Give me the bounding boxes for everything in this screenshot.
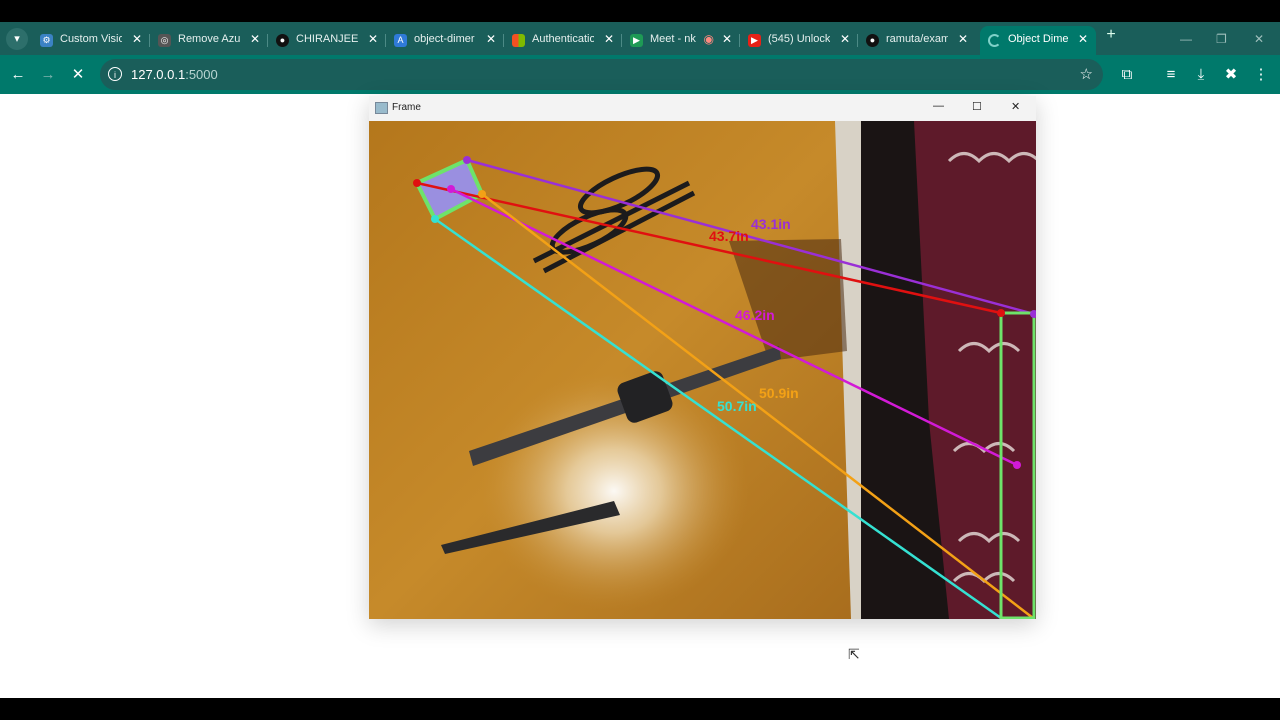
app-window-icon: [375, 102, 388, 114]
extension-x-icon[interactable]: ✖: [1221, 65, 1241, 85]
tab-object-dimensions-active[interactable]: Object Dime ✕: [980, 26, 1096, 55]
extensions-puzzle-icon[interactable]: ⧉: [1117, 65, 1137, 85]
loading-icon: [988, 34, 1001, 47]
close-window-icon[interactable]: ✕: [1254, 32, 1264, 46]
point-purple: [463, 156, 471, 164]
window-close-icon[interactable]: ✕: [1011, 100, 1020, 113]
tab-close-icon[interactable]: ✕: [486, 32, 496, 46]
tab-label: object-dimer: [414, 33, 475, 45]
url-port: :5000: [185, 67, 218, 82]
point-orange: [478, 190, 486, 198]
bottom-black-bar: [0, 698, 1280, 720]
download-icon[interactable]: ⤓: [1191, 65, 1211, 85]
url-host: 127.0.0.1: [131, 67, 186, 82]
tab-close-icon[interactable]: ✕: [958, 32, 968, 46]
github-icon: ●: [866, 34, 879, 47]
recording-icon: ◉: [703, 32, 714, 46]
tab-close-icon[interactable]: ✕: [1078, 32, 1088, 46]
mouse-cursor-icon: ⇱: [848, 646, 860, 662]
tab-close-icon[interactable]: ✕: [604, 32, 614, 46]
point-magenta: [447, 185, 455, 193]
measurement-label-magenta: 46.2in: [735, 307, 775, 323]
tab-strip: ▾ ⚙ Custom Visio ✕ ◎ Remove Azu ✕ ● CHIR…: [0, 22, 1280, 55]
meet-icon: ▶: [630, 34, 643, 47]
tab-label: ramuta/exam: [886, 33, 948, 45]
media-queue-icon[interactable]: ≡: [1161, 65, 1181, 85]
custom-vision-icon: ⚙: [40, 34, 53, 47]
chatgpt-icon: ◎: [158, 34, 171, 47]
tab-github-chiranjeevi[interactable]: ● CHIRANJEEVI ✕: [268, 26, 386, 55]
tab-label: Authenticatio: [532, 33, 594, 45]
window-maximize-icon[interactable]: ☐: [972, 100, 982, 113]
forward-arrow-icon[interactable]: →: [38, 65, 58, 85]
tab-close-icon[interactable]: ✕: [132, 32, 142, 46]
window-minimize-icon[interactable]: —: [933, 100, 944, 112]
opencv-frame-window: Frame — ☐ ✕ 43.1in 43.7in 46.2in 50.9in …: [369, 96, 1036, 619]
measurement-label-red: 43.7in: [709, 228, 749, 244]
tab-youtube[interactable]: ▶ (545) Unlocki ✕: [740, 26, 858, 55]
point-magenta-far: [1013, 461, 1021, 469]
tab-object-dimensions-azure[interactable]: A object-dimer ✕: [386, 26, 504, 55]
github-icon: ●: [276, 34, 289, 47]
measurement-label-cyan: 50.7in: [717, 398, 757, 414]
top-black-bar: [0, 0, 1280, 22]
tab-label: Object Dime: [1008, 33, 1069, 45]
tab-label: Meet - nk: [650, 33, 696, 45]
tab-custom-vision[interactable]: ⚙ Custom Visio ✕: [32, 26, 150, 55]
tab-close-icon[interactable]: ✕: [722, 32, 732, 46]
screen: ▾ ⚙ Custom Visio ✕ ◎ Remove Azu ✕ ● CHIR…: [0, 0, 1280, 720]
new-tab-plus-icon[interactable]: +: [1101, 26, 1121, 48]
measurement-label-purple: 43.1in: [751, 216, 791, 232]
tab-github-ramuta[interactable]: ● ramuta/exam ✕: [858, 26, 976, 55]
tab-authentication[interactable]: Authenticatio ✕: [504, 26, 622, 55]
tab-close-icon[interactable]: ✕: [368, 32, 378, 46]
measurement-label-orange: 50.9in: [759, 385, 799, 401]
window-titlebar[interactable]: Frame — ☐ ✕: [369, 96, 1036, 121]
minimize-icon[interactable]: —: [1180, 32, 1192, 46]
bookmark-star-icon[interactable]: ☆: [1080, 65, 1093, 83]
menu-kebab-icon[interactable]: ⋮: [1251, 65, 1271, 85]
url-text[interactable]: 127.0.0.1:5000: [131, 67, 218, 82]
point-red-far: [997, 309, 1005, 317]
window-title: Frame: [392, 102, 421, 113]
browser-toolbar: ← → ✕ i 127.0.0.1:5000 ☆ ⧉ ≡ ⤓ ✖ ⋮: [0, 55, 1280, 94]
tab-remove-azure[interactable]: ◎ Remove Azu ✕: [150, 26, 268, 55]
tab-meet[interactable]: ▶ Meet - nk ◉ ✕: [622, 26, 740, 55]
address-bar[interactable]: i 127.0.0.1:5000 ☆: [100, 59, 1103, 90]
site-info-icon[interactable]: i: [108, 67, 122, 81]
youtube-icon: ▶: [748, 34, 761, 47]
restore-icon[interactable]: ❐: [1216, 32, 1227, 46]
point-red: [413, 179, 421, 187]
back-arrow-icon[interactable]: ←: [8, 65, 28, 85]
stop-loading-x-icon[interactable]: ✕: [68, 65, 88, 85]
tab-label: Custom Visio: [60, 33, 122, 45]
microsoft-icon: [512, 34, 525, 47]
tab-label: Remove Azu: [178, 33, 240, 45]
tab-close-icon[interactable]: ✕: [840, 32, 850, 46]
camera-frame-image: 43.1in 43.7in 46.2in 50.9in 50.7in: [369, 121, 1036, 619]
azure-icon: A: [394, 34, 407, 47]
tab-close-icon[interactable]: ✕: [250, 32, 260, 46]
tab-label: CHIRANJEEVI: [296, 33, 358, 45]
tab-search-chevron-icon[interactable]: ▾: [6, 28, 28, 50]
point-cyan: [431, 215, 439, 223]
tab-label: (545) Unlocki: [768, 33, 830, 45]
